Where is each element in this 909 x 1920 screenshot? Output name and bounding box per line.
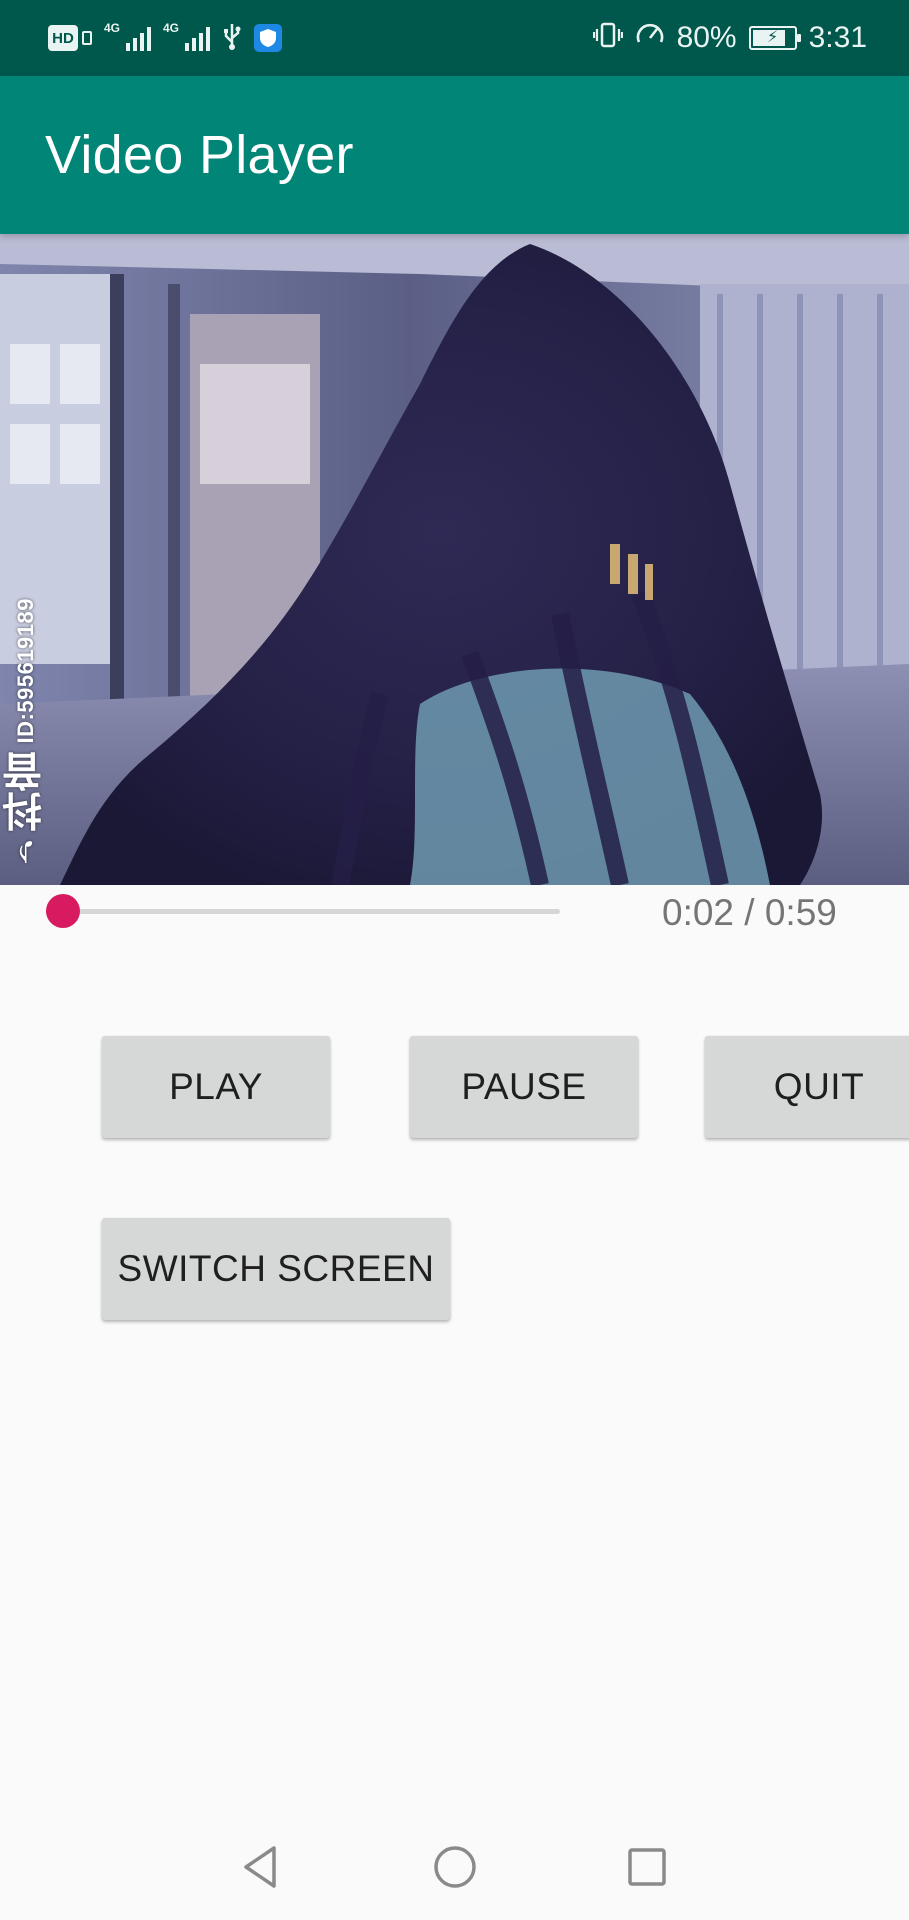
time-label: 0:02 / 0:59 [662, 892, 837, 933]
quit-button[interactable]: QUIT [705, 1036, 909, 1138]
battery-percent: 80% [676, 21, 737, 54]
page-title: Video Player [45, 125, 354, 185]
signal-icon: 4G [163, 21, 210, 51]
seek-track[interactable] [46, 909, 560, 914]
network-type-label: 4G [104, 21, 121, 35]
app-bar: Video Player [0, 76, 909, 234]
clock: 3:31 [808, 21, 867, 54]
seek-bar[interactable] [30, 892, 560, 932]
recent-apps-icon[interactable] [622, 1842, 672, 1892]
signal-icon: 4G [104, 21, 151, 51]
pause-button[interactable]: PAUSE [410, 1036, 638, 1138]
seek-thumb[interactable] [46, 894, 81, 928]
navigation-bar [0, 1812, 909, 1920]
battery-icon: ⚡ [748, 26, 801, 50]
status-left: HD 4G 4G [48, 21, 282, 55]
back-icon[interactable] [235, 1842, 285, 1892]
video-view[interactable]: ♪抖音 ID:595619189 [0, 234, 909, 885]
home-icon[interactable] [430, 1842, 480, 1892]
usb-icon [222, 22, 242, 55]
play-button[interactable]: PLAY [102, 1036, 330, 1138]
status-bar: HD 4G 4G 80% ⚡ 3:31 [0, 0, 909, 76]
speedometer-icon [635, 20, 665, 56]
charging-bolt-icon: ⚡ [766, 29, 779, 46]
sim-icon [82, 31, 92, 45]
watermark-logo: ♪抖音 [4, 751, 48, 875]
video-frame [0, 234, 909, 885]
status-right: 80% ⚡ 3:31 [592, 20, 867, 56]
switch-screen-button[interactable]: SWITCH SCREEN [102, 1218, 450, 1320]
hd-icon: HD [48, 25, 78, 51]
shield-icon [254, 24, 282, 52]
vibrate-icon [592, 21, 623, 56]
video-watermark: ♪抖音 ID:595619189 [4, 597, 48, 875]
watermark-id: ID:595619189 [13, 597, 38, 743]
network-type-label: 4G [163, 21, 180, 35]
